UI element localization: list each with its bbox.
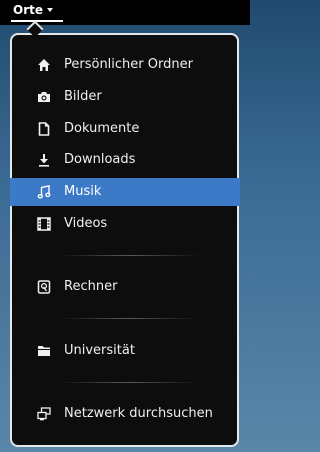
document-icon <box>38 122 50 136</box>
menu-item-videos[interactable]: Videos <box>10 210 240 238</box>
places-menu-button[interactable]: Orte <box>13 0 53 20</box>
network-icon <box>37 407 51 421</box>
menu-item-computer[interactable]: Rechner <box>10 273 240 301</box>
menu-item-home[interactable]: Persönlicher Ordner <box>10 51 240 79</box>
menu-item-label: Bilder <box>64 89 102 104</box>
menu-item-label: Dokumente <box>64 121 140 136</box>
download-icon <box>39 154 49 167</box>
menu-separator <box>60 255 200 256</box>
menu-item-label: Persönlicher Ordner <box>64 57 193 72</box>
folder-icon <box>38 346 50 356</box>
film-icon <box>37 217 51 231</box>
menu-item-label: Universität <box>64 343 135 358</box>
drive-icon <box>37 280 51 294</box>
menu-item-label: Rechner <box>64 279 118 294</box>
menu-separator <box>60 318 200 319</box>
menu-item-label: Musik <box>64 184 102 199</box>
menu-item-downloads[interactable]: Downloads <box>10 146 240 174</box>
menu-item-label: Videos <box>64 216 108 231</box>
menu-item-network[interactable]: Netzwerk durchsuchen <box>10 400 240 428</box>
menu-item-pictures[interactable]: Bilder <box>10 83 240 111</box>
camera-icon <box>38 92 50 102</box>
menu-item-music[interactable]: Musik <box>10 178 240 206</box>
menu-separator <box>60 382 200 383</box>
home-icon <box>38 59 50 71</box>
menu-item-documents[interactable]: Dokumente <box>10 115 240 143</box>
music-icon <box>37 185 51 199</box>
caret-down-icon <box>47 8 53 12</box>
menu-item-label: Downloads <box>64 152 136 167</box>
menu-item-label: Netzwerk durchsuchen <box>64 406 213 421</box>
places-menu-label: Orte <box>13 3 43 17</box>
menu-item-bookmark-folder[interactable]: Universität <box>10 337 240 365</box>
